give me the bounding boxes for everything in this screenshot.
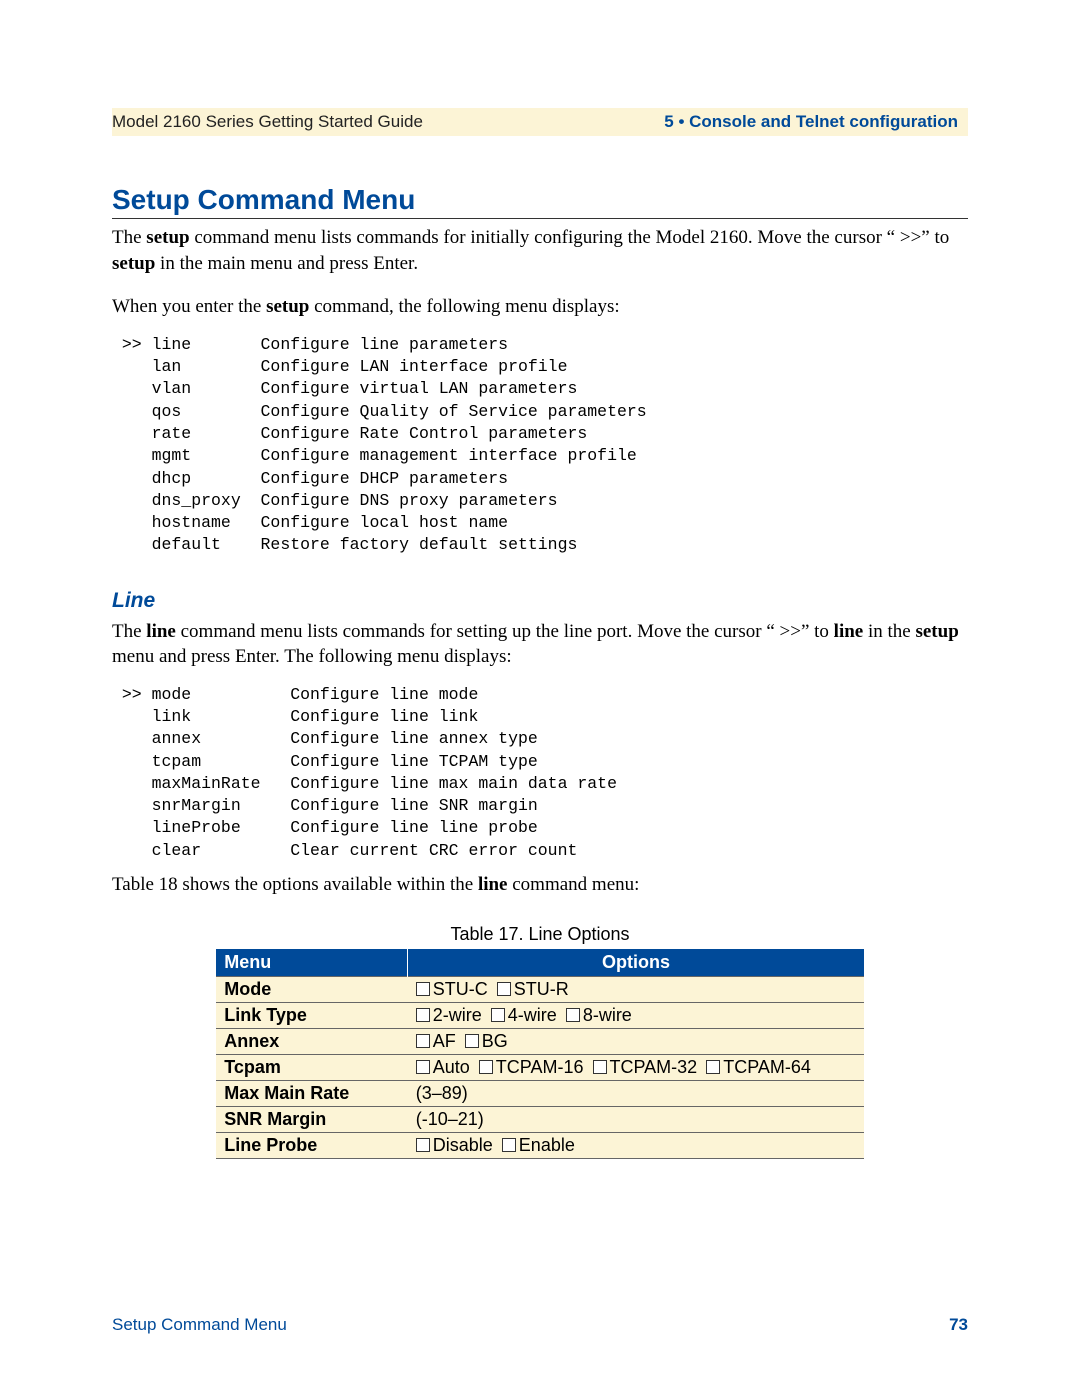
intro-paragraph-2: When you enter the setup command, the fo… (112, 294, 968, 320)
checkbox-icon (465, 1034, 479, 1048)
option-item: STU-R (497, 979, 569, 1000)
option-label: BG (482, 1031, 508, 1051)
menu-cell: Line Probe (216, 1132, 408, 1158)
option-label: TCPAM-16 (496, 1057, 584, 1077)
option-label: STU-R (514, 979, 569, 999)
header-left: Model 2160 Series Getting Started Guide (112, 112, 423, 132)
menu-cell: Link Type (216, 1002, 408, 1028)
line-menu-listing: >> mode Configure line mode link Configu… (112, 684, 968, 862)
header-right: 5 • Console and Telnet configuration (664, 112, 958, 132)
table-header-row: Menu Options (216, 949, 864, 977)
intro-paragraph-1: The setup command menu lists commands fo… (112, 225, 968, 276)
setup-menu-listing: >> line Configure line parameters lan Co… (112, 334, 968, 557)
option-item: Auto (416, 1057, 470, 1078)
menu-cell: Max Main Rate (216, 1080, 408, 1106)
line-heading: Line (112, 589, 968, 613)
checkbox-icon (502, 1138, 516, 1152)
footer-section: Setup Command Menu (112, 1315, 287, 1335)
checkbox-icon (416, 1034, 430, 1048)
table-row: ModeSTU-C STU-R (216, 976, 864, 1002)
option-item: STU-C (416, 979, 488, 1000)
page-footer: Setup Command Menu 73 (112, 1315, 968, 1335)
options-cell: Auto TCPAM-16 TCPAM-32 TCPAM-64 (408, 1054, 864, 1080)
table-row: Link Type2-wire 4-wire 8-wire (216, 1002, 864, 1028)
option-label: TCPAM-32 (610, 1057, 698, 1077)
footer-page-number: 73 (949, 1315, 968, 1335)
page: Model 2160 Series Getting Started Guide … (0, 0, 1080, 1397)
checkbox-icon (593, 1060, 607, 1074)
checkbox-icon (497, 982, 511, 996)
option-item: TCPAM-64 (706, 1057, 811, 1078)
option-label: AF (433, 1031, 456, 1051)
checkbox-icon (416, 1008, 430, 1022)
options-cell: (3–89) (408, 1080, 864, 1106)
menu-cell: Tcpam (216, 1054, 408, 1080)
option-item: 2-wire (416, 1005, 482, 1026)
option-item: 8-wire (566, 1005, 632, 1026)
option-label: 8-wire (583, 1005, 632, 1025)
checkbox-icon (416, 1060, 430, 1074)
option-item: Enable (502, 1135, 575, 1156)
table-row: Line ProbeDisable Enable (216, 1132, 864, 1158)
option-label: STU-C (433, 979, 488, 999)
option-label: Disable (433, 1135, 493, 1155)
option-item: Disable (416, 1135, 493, 1156)
option-label: Enable (519, 1135, 575, 1155)
checkbox-icon (479, 1060, 493, 1074)
line-intro-paragraph: The line command menu lists commands for… (112, 619, 968, 670)
option-label: 2-wire (433, 1005, 482, 1025)
options-cell: AF BG (408, 1028, 864, 1054)
table-row: Max Main Rate(3–89) (216, 1080, 864, 1106)
section-title: Setup Command Menu (112, 184, 968, 219)
table-caption: Table 17. Line Options (112, 924, 968, 945)
option-item: TCPAM-16 (479, 1057, 584, 1078)
option-item: TCPAM-32 (593, 1057, 698, 1078)
running-header: Model 2160 Series Getting Started Guide … (112, 108, 968, 136)
option-label: Auto (433, 1057, 470, 1077)
options-cell: Disable Enable (408, 1132, 864, 1158)
line-options-table: Menu Options ModeSTU-C STU-R Link Type2-… (216, 949, 864, 1159)
table-row: TcpamAuto TCPAM-16 TCPAM-32 TCPAM-64 (216, 1054, 864, 1080)
menu-cell: Annex (216, 1028, 408, 1054)
menu-cell: SNR Margin (216, 1106, 408, 1132)
col-header-menu: Menu (216, 949, 408, 977)
checkbox-icon (706, 1060, 720, 1074)
option-item: BG (465, 1031, 508, 1052)
checkbox-icon (566, 1008, 580, 1022)
option-item: AF (416, 1031, 456, 1052)
options-cell: 2-wire 4-wire 8-wire (408, 1002, 864, 1028)
post-line-menu-paragraph: Table 18 shows the options available wit… (112, 872, 968, 898)
menu-cell: Mode (216, 976, 408, 1002)
options-cell: (-10–21) (408, 1106, 864, 1132)
col-header-options: Options (408, 949, 864, 977)
options-cell: STU-C STU-R (408, 976, 864, 1002)
option-item: 4-wire (491, 1005, 557, 1026)
checkbox-icon (491, 1008, 505, 1022)
option-label: TCPAM-64 (723, 1057, 811, 1077)
option-label: 4-wire (508, 1005, 557, 1025)
checkbox-icon (416, 1138, 430, 1152)
checkbox-icon (416, 982, 430, 996)
table-row: AnnexAF BG (216, 1028, 864, 1054)
table-row: SNR Margin(-10–21) (216, 1106, 864, 1132)
